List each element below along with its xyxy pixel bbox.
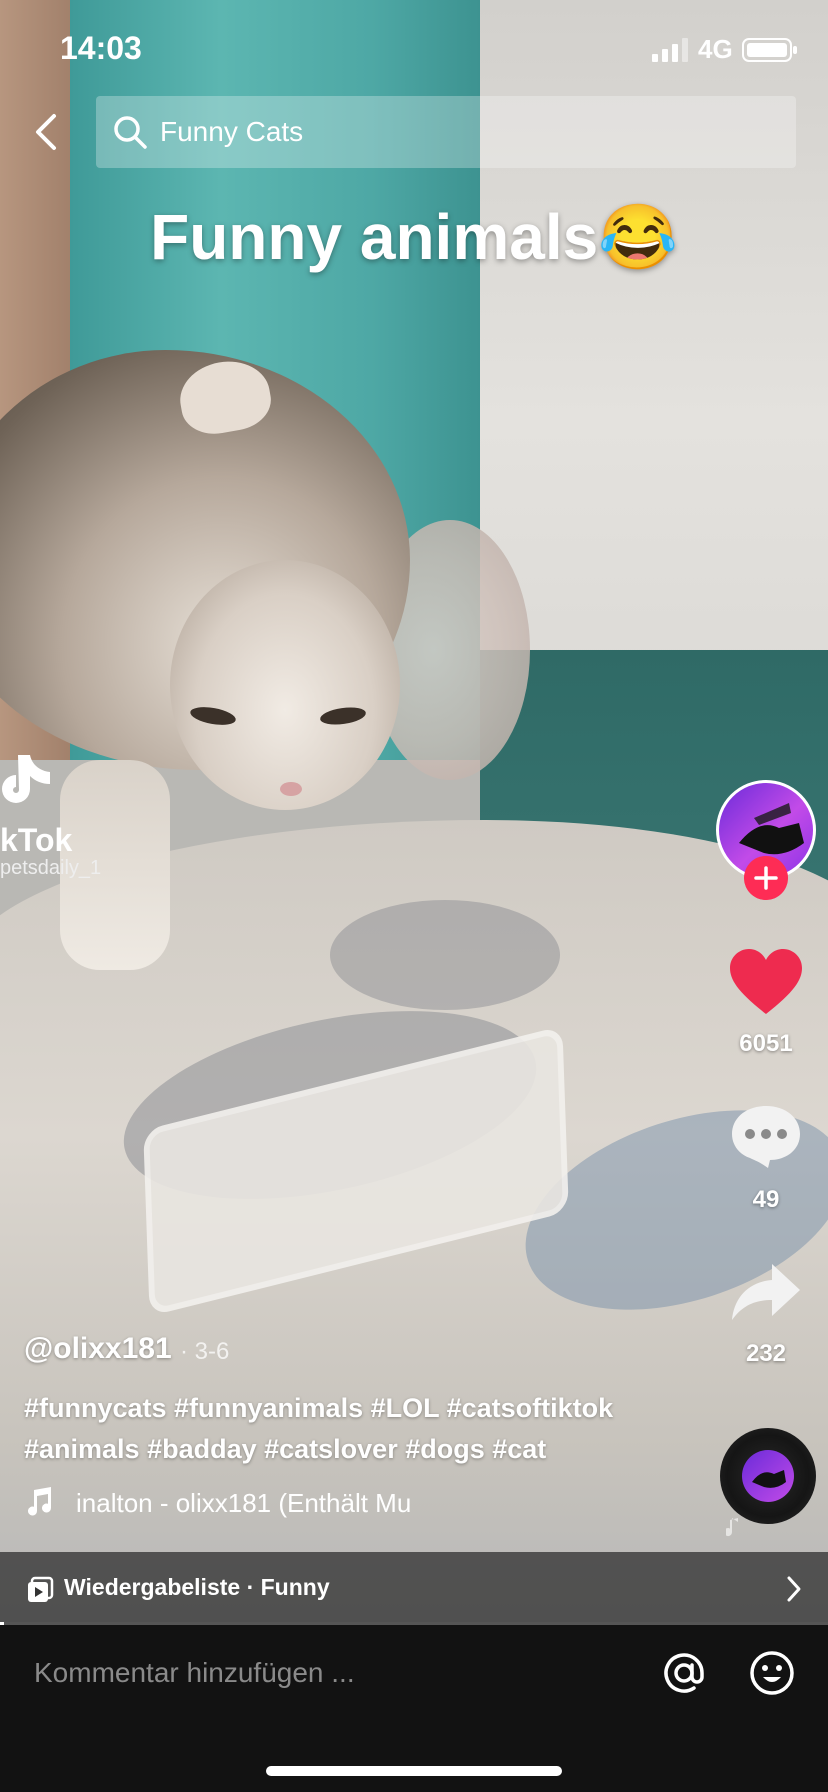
music-note-icon bbox=[726, 1518, 738, 1537]
heart-icon[interactable] bbox=[728, 948, 804, 1016]
mention-at-icon[interactable] bbox=[660, 1649, 708, 1697]
battery-icon bbox=[742, 38, 797, 62]
share-count: 232 bbox=[745, 1340, 787, 1367]
cat-face bbox=[170, 560, 400, 810]
comment-icon[interactable] bbox=[730, 1104, 802, 1170]
music-note-icon bbox=[28, 1487, 52, 1516]
emoji-icon[interactable] bbox=[748, 1649, 796, 1697]
sound-title[interactable]: inalton - olixx181 (Enthält Mu bbox=[76, 1488, 432, 1519]
watermark-handle: petsdaily_1 bbox=[0, 857, 102, 879]
network-label: 4G bbox=[698, 34, 733, 64]
follow-plus-icon[interactable] bbox=[744, 856, 788, 900]
status-bar: 14:03 4G bbox=[0, 0, 828, 96]
like-count: 6051 bbox=[739, 1030, 793, 1057]
video-caption: Funny animals😂 bbox=[150, 201, 678, 273]
music-cover-image bbox=[752, 1470, 786, 1488]
music-disc[interactable] bbox=[720, 1428, 816, 1524]
tiktok-screen: kTok petsdaily_1 Funny animals😂 14:03 4G… bbox=[0, 0, 828, 1792]
search-icon bbox=[114, 116, 147, 149]
music-cover bbox=[742, 1450, 794, 1502]
post-hashtags[interactable]: #funnycats #funnyanimals #LOL #catsoftik… bbox=[24, 1388, 684, 1470]
search-query: Funny Cats bbox=[160, 116, 304, 147]
comment-count: 49 bbox=[752, 1186, 780, 1213]
playlist-bar[interactable]: Wiedergabeliste · Funny bbox=[0, 1552, 828, 1624]
creator-username[interactable]: @olixx181 bbox=[24, 1332, 172, 1366]
post-date: · 3-6 bbox=[180, 1338, 230, 1365]
playlist-icon bbox=[28, 1576, 54, 1602]
cat-nose bbox=[280, 782, 302, 796]
back-arrow-icon[interactable] bbox=[26, 108, 66, 156]
share-arrow-icon[interactable] bbox=[730, 1262, 802, 1322]
signal-icon bbox=[652, 38, 688, 62]
comment-input[interactable]: Kommentar hinzufügen ... bbox=[34, 1657, 355, 1689]
video-player[interactable]: kTok petsdaily_1 Funny animals😂 bbox=[0, 0, 828, 1625]
search-bar[interactable]: Funny Cats bbox=[96, 96, 796, 168]
scene-pattern bbox=[330, 900, 560, 1010]
tiktok-logo-icon bbox=[2, 755, 50, 803]
playlist-label: Wiedergabeliste · Funny bbox=[64, 1574, 330, 1600]
home-indicator bbox=[266, 1766, 562, 1776]
watermark-brand: kTok bbox=[0, 822, 73, 858]
status-time: 14:03 bbox=[60, 30, 142, 66]
chevron-right-icon bbox=[787, 1576, 801, 1602]
